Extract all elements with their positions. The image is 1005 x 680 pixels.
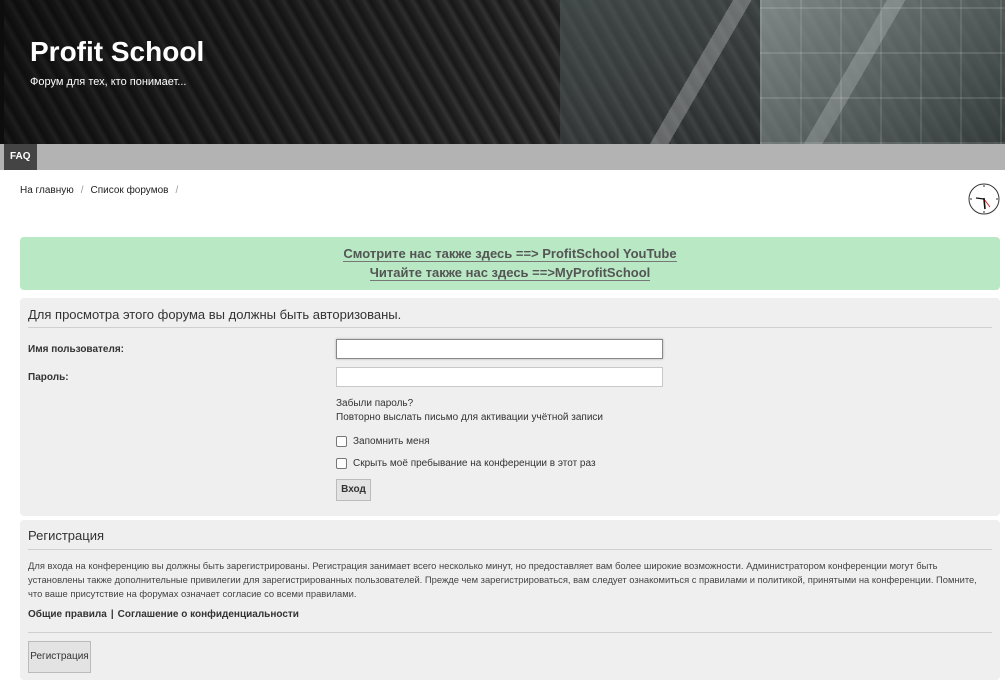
divider [28,549,992,550]
header-edge [0,0,4,144]
hide-online-row[interactable]: Скрыть моё пребывание на конференции в э… [336,458,596,469]
navbar: FAQ [0,144,1005,170]
breadcrumb: На главную / Список форумов / [20,185,185,196]
divider [28,327,992,328]
password-label: Пароль: [28,372,69,383]
site-description: Форум для тех, кто понимает... [30,76,187,88]
login-title: Для просмотра этого форума вы должны быт… [28,307,402,322]
site-header: Profit School Форум для тех, кто понимае… [0,0,1005,144]
registration-panel: Регистрация Для входа на конференцию вы … [20,520,1000,680]
registration-text: Для входа на конференцию вы должны быть … [28,560,977,599]
breadcrumb-forum-list[interactable]: Список форумов [91,185,169,196]
username-label: Имя пользователя: [28,344,124,355]
breadcrumb-home[interactable]: На главную [20,185,74,196]
login-panel: Для просмотра этого форума вы должны быт… [20,298,1000,516]
breadcrumb-separator: / [80,185,84,196]
divider [28,632,992,633]
forgot-password-link[interactable]: Забыли пароль? [336,398,413,409]
remember-me-row[interactable]: Запомнить меня [336,436,430,447]
password-input[interactable] [336,367,663,387]
privacy-link[interactable]: Соглашение о конфиденциальности [118,609,299,620]
breadcrumb-separator: / [175,185,179,196]
youtube-link[interactable]: Смотрите нас также здесь ==> ProfitSchoo… [343,246,677,262]
remember-me-label[interactable]: Запомнить меня [353,436,430,447]
site-title[interactable]: Profit School [30,36,204,68]
registration-links: Общие правила | Соглашение о конфиденциаль… [28,609,299,620]
hide-online-checkbox[interactable] [336,458,347,469]
registration-title: Регистрация [28,528,104,543]
clock-icon [968,183,1000,215]
rules-link[interactable]: Общие правила [28,609,107,620]
username-input[interactable] [336,339,663,359]
links-separator: | [110,609,114,620]
myprofitschool-link[interactable]: Читайте также нас здесь ==>MyProfitSchoo… [369,265,651,281]
resend-activation-link[interactable]: Повторно выслать письмо для активации уч… [336,412,603,423]
register-button[interactable]: Регистрация [28,641,91,673]
hide-online-label[interactable]: Скрыть моё пребывание на конференции в э… [353,458,596,469]
announcement-banner: Смотрите нас также здесь ==> ProfitSchoo… [20,237,1000,290]
login-button[interactable]: Вход [336,479,371,501]
remember-me-checkbox[interactable] [336,436,347,447]
faq-link[interactable]: FAQ [4,144,37,170]
